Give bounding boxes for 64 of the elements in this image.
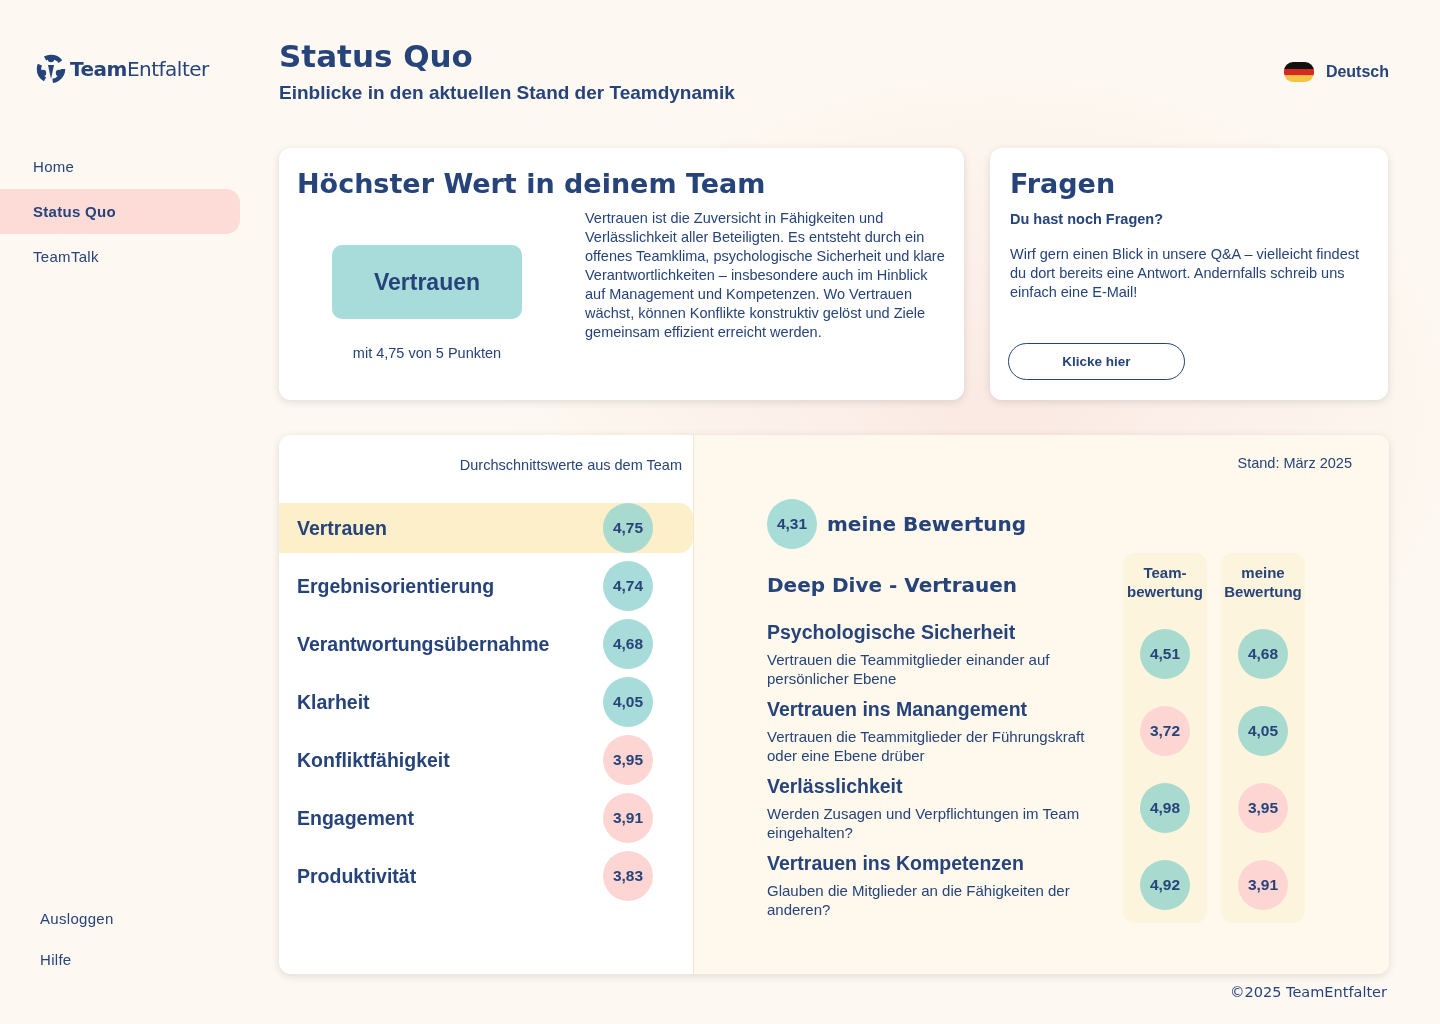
dimension-label: Ergebnisorientierung bbox=[297, 574, 495, 598]
dimension-row[interactable]: Verantwortungsübernahme 4,68 bbox=[279, 619, 693, 669]
facet-title: Verlässlichkeit bbox=[767, 775, 904, 798]
facet-title: Psychologische Sicherheit bbox=[767, 621, 1017, 644]
column-header: meine Bewertung bbox=[1224, 563, 1302, 601]
score-badge: 3,95 bbox=[1238, 782, 1288, 833]
dimension-label: Konfliktfähigkeit bbox=[297, 748, 450, 772]
score-badge: 3,91 bbox=[603, 793, 653, 843]
facet-description: Vertrauen die Teammitglieder der Führungskraft oder eine Ebene drüber bbox=[767, 727, 1086, 765]
score-text: mit 4,75 von 5 Punkten bbox=[352, 345, 502, 361]
score-badge: 3,95 bbox=[603, 735, 653, 785]
nav-link[interactable]: Ausloggen bbox=[40, 910, 279, 927]
nav-item[interactable]: TeamTalk bbox=[0, 234, 240, 279]
dimension-label: Verantwortungsübernahme bbox=[297, 632, 550, 656]
score-badge: 4,51 bbox=[1140, 628, 1190, 679]
averages-caption: Durchschnittswerte aus dem Team bbox=[458, 457, 682, 473]
dimension-row[interactable]: Produktivität 3,83 bbox=[279, 851, 693, 901]
logo-icon bbox=[36, 54, 66, 84]
nav-item[interactable]: Status Quo bbox=[0, 189, 240, 234]
dimension-label: Engagement bbox=[297, 806, 415, 830]
dimension-row[interactable]: Vertrauen 4,75 bbox=[279, 503, 693, 553]
nav-item[interactable]: Home bbox=[0, 144, 240, 189]
card-title: Fragen bbox=[1010, 168, 1117, 199]
dimension-label: Klarheit bbox=[297, 690, 370, 714]
dimension-row[interactable]: Konfliktfähigkeit 3,95 bbox=[279, 735, 693, 785]
dimension-row[interactable]: Klarheit 4,05 bbox=[279, 677, 693, 727]
date-label: Stand: März 2025 bbox=[1236, 455, 1352, 471]
questions-text: Wirf gern einen Blick in unsere Q&A – vielleicht findest du dort bereits eine Antwort. Andernfalls schreib uns einfach eine E-Mail! bbox=[1010, 245, 1360, 302]
my-rating-label: meine Bewertung bbox=[827, 512, 1027, 536]
nav-link[interactable]: Hilfe bbox=[40, 951, 279, 968]
score-badge: 4,74 bbox=[603, 561, 653, 611]
score-badge: 4,05 bbox=[1238, 705, 1288, 756]
dimension-label: Vertrauen bbox=[297, 516, 387, 540]
questions-subtitle: Du hast noch Fragen? bbox=[1010, 211, 1165, 227]
score-badge: 4,92 bbox=[1140, 859, 1190, 910]
facet-title: Vertrauen ins Kompetenzen bbox=[767, 852, 1025, 875]
facet-description: Glauben die Mitglieder an die Fähigkeiten der anderen? bbox=[767, 881, 1071, 919]
flag-icon bbox=[1283, 62, 1314, 82]
facet-title: Vertrauen ins Manangement bbox=[767, 698, 1029, 721]
deep-dive-title: Deep Dive - Vertrauen bbox=[767, 573, 1019, 599]
language-selector[interactable]: Deutsch bbox=[1283, 62, 1389, 82]
score-badge: 4,68 bbox=[603, 619, 653, 669]
column-header: Team- bewertung bbox=[1127, 563, 1203, 601]
dimension-label: Produktivität bbox=[297, 864, 417, 888]
card-title: Höchster Wert in deinem Team bbox=[297, 168, 767, 199]
page-title: Status Quo bbox=[279, 38, 474, 74]
score-badge: 3,91 bbox=[1238, 859, 1288, 910]
brand-name: TeamEntfalter bbox=[70, 57, 209, 81]
score-badge: 4,98 bbox=[1140, 782, 1190, 833]
dimension-row[interactable]: Ergebnisorientierung 4,74 bbox=[279, 561, 693, 611]
value-badge: Vertrauen bbox=[332, 245, 522, 319]
dimension-row[interactable]: Engagement 3,91 bbox=[279, 793, 693, 843]
facet-description: Werden Zusagen und Verpflichtungen im Team eingehalten? bbox=[767, 804, 1081, 842]
score-badge: 4,68 bbox=[1238, 628, 1288, 679]
score-badge: 3,83 bbox=[603, 851, 653, 901]
score-badge: 4,05 bbox=[603, 677, 653, 727]
score-badge: 4,31 bbox=[767, 499, 817, 549]
value-description: Vertrauen ist die Zuversicht in Fähigkeiten und Verlässlichkeit aller Beteiligten. Es entsteht durch ein offenes Teamklima, psychologische Sicherheit und klare Verantwortlichkeiten – insbesondere auch im Hinblick auf Management und Kompetenzen. Wo Vertrauen wächst, können Konflikte konstruktiv gelöst und Ziele gemeinsam effizient erreicht werden. bbox=[585, 209, 945, 342]
copyright: ©2025 TeamEntfalter bbox=[1229, 984, 1387, 1000]
page-subtitle: Einblicke in den aktuellen Stand der Teamdynamik bbox=[279, 82, 735, 104]
click-here-button[interactable]: Klicke hier bbox=[1008, 343, 1185, 380]
facet-description: Vertrauen die Teammitglieder einander auf persönlicher Ebene bbox=[767, 650, 1051, 688]
score-badge: 3,72 bbox=[1140, 705, 1190, 756]
score-badge: 4,75 bbox=[603, 503, 653, 553]
